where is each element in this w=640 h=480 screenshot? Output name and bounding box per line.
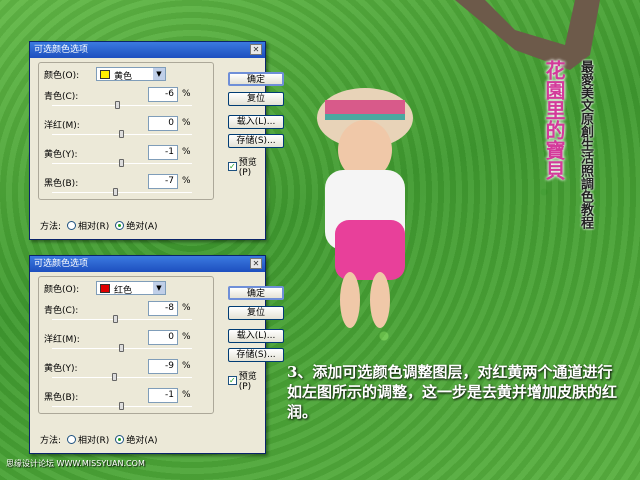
percent-sign: % (182, 147, 191, 157)
cyan-label: 青色(C): (44, 306, 79, 316)
black-label: 黑色(B): (44, 393, 79, 403)
absolute-radio[interactable]: 绝对(A) (115, 433, 158, 446)
side-title: 花園里的寶貝 (542, 60, 566, 180)
cyan-input[interactable]: -6 (148, 87, 178, 102)
yellow-input[interactable]: -1 (148, 145, 178, 160)
black-slider-thumb[interactable] (119, 402, 124, 410)
color-select-value: 黄色 (114, 72, 133, 82)
selective-color-dialog-yellow: 可选颜色选项 ✕ 颜色(O): 黄色 ▼ 青色(C): -6 % 洋红(M): … (29, 41, 284, 240)
color-swatch (100, 70, 110, 79)
black-input[interactable]: -7 (148, 174, 178, 189)
magenta-label: 洋红(M): (44, 335, 80, 345)
magenta-slider-thumb[interactable] (119, 344, 124, 352)
save-button[interactable]: 存储(S)... (228, 134, 284, 148)
preview-checkbox[interactable]: ✓ 预览(P) (228, 155, 265, 178)
yellow-slider-thumb[interactable] (112, 373, 117, 381)
black-row: 黑色(B): -7 % (44, 174, 214, 190)
color-row: 颜色(O): 黄色 ▼ (44, 67, 166, 82)
color-select[interactable]: 红色 ▼ (96, 281, 166, 296)
yellow-input[interactable]: -9 (148, 359, 178, 374)
absolute-label: 绝对(A) (126, 222, 158, 232)
load-button[interactable]: 载入(L)... (228, 329, 284, 343)
magenta-label: 洋红(M): (44, 121, 80, 131)
color-swatch (100, 284, 110, 293)
percent-sign: % (182, 390, 191, 400)
yellow-row: 黄色(Y): -9 % (44, 359, 214, 375)
color-label: 颜色(O): (44, 285, 80, 295)
cyan-slider-track[interactable] (52, 319, 192, 320)
percent-sign: % (182, 303, 191, 313)
cyan-label: 青色(C): (44, 92, 79, 102)
ok-button[interactable]: 确定 (228, 286, 284, 300)
close-icon[interactable]: ✕ (250, 44, 262, 55)
method-row: 方法: 相对(R) 绝对(A) (40, 219, 158, 232)
cyan-slider-track[interactable] (52, 105, 192, 106)
percent-sign: % (182, 118, 191, 128)
chevron-down-icon[interactable]: ▼ (153, 68, 165, 80)
color-row: 颜色(O): 红色 ▼ (44, 281, 166, 296)
yellow-label: 黄色(Y): (44, 150, 78, 160)
preview-label: 预览(P) (238, 158, 257, 178)
watermark: 思缘设计论坛 WWW.MISSYUAN.COM (6, 459, 145, 468)
preview-label: 预览(P) (238, 372, 257, 392)
percent-sign: % (182, 89, 191, 99)
cyan-input[interactable]: -8 (148, 301, 178, 316)
reset-button[interactable]: 复位 (228, 92, 284, 106)
black-input[interactable]: -1 (148, 388, 178, 403)
preview-checkbox[interactable]: ✓ 预览(P) (228, 369, 265, 392)
cyan-slider-thumb[interactable] (114, 101, 120, 109)
percent-sign: % (182, 361, 191, 371)
yellow-label: 黄色(Y): (44, 364, 78, 374)
color-select[interactable]: 黄色 ▼ (96, 67, 166, 82)
absolute-radio[interactable]: 绝对(A) (115, 219, 158, 232)
magenta-slider-thumb[interactable] (119, 130, 124, 138)
chevron-down-icon[interactable]: ▼ (153, 282, 165, 294)
reset-button[interactable]: 复位 (228, 306, 284, 320)
selective-color-dialog-red: 可选颜色选项 ✕ 颜色(O): 红色 ▼ 青色(C): -8 % 洋红(M): … (29, 255, 284, 454)
black-slider-thumb[interactable] (113, 188, 119, 196)
side-subtitle: 最愛美文原創生活照調色教程 (578, 60, 593, 229)
relative-radio[interactable]: 相对(R) (67, 433, 109, 446)
save-button[interactable]: 存储(S)... (228, 348, 284, 362)
black-label: 黑色(B): (44, 179, 79, 189)
checkmark-icon[interactable]: ✓ (228, 376, 237, 385)
method-row: 方法: 相对(R) 绝对(A) (40, 433, 158, 446)
relative-label: 相对(R) (78, 222, 110, 232)
relative-radio[interactable]: 相对(R) (67, 219, 109, 232)
close-icon[interactable]: ✕ (250, 258, 262, 269)
magenta-input[interactable]: 0 (148, 116, 178, 131)
dialog-titlebar[interactable]: 可选颜色选项 ✕ (30, 42, 265, 58)
dialog-titlebar[interactable]: 可选颜色选项 ✕ (30, 256, 265, 272)
checkmark-icon[interactable]: ✓ (228, 162, 237, 171)
method-label: 方法: (40, 222, 62, 232)
black-row: 黑色(B): -1 % (44, 388, 214, 404)
percent-sign: % (182, 176, 191, 186)
yellow-row: 黄色(Y): -1 % (44, 145, 214, 161)
cyan-row: 青色(C): -6 % (44, 87, 214, 103)
tutorial-caption: 3、添加可选颜色调整图层，对红黄两个通道进行如左图所示的调整，这一步是去黄并增加… (287, 363, 618, 421)
yellow-slider-thumb[interactable] (119, 159, 124, 167)
percent-sign: % (182, 332, 191, 342)
absolute-label: 绝对(A) (126, 436, 158, 446)
magenta-input[interactable]: 0 (148, 330, 178, 345)
magenta-row: 洋红(M): 0 % (44, 330, 214, 346)
magenta-row: 洋红(M): 0 % (44, 116, 214, 132)
load-button[interactable]: 载入(L)... (228, 115, 284, 129)
method-label: 方法: (40, 436, 62, 446)
cyan-slider-thumb[interactable] (113, 315, 119, 323)
yellow-slider-track[interactable] (52, 377, 192, 378)
girl-photo (317, 88, 413, 328)
color-select-value: 红色 (114, 286, 133, 296)
black-slider-track[interactable] (52, 192, 192, 193)
relative-label: 相对(R) (78, 436, 110, 446)
color-label: 颜色(O): (44, 71, 80, 81)
cyan-row: 青色(C): -8 % (44, 301, 214, 317)
ok-button[interactable]: 确定 (228, 72, 284, 86)
